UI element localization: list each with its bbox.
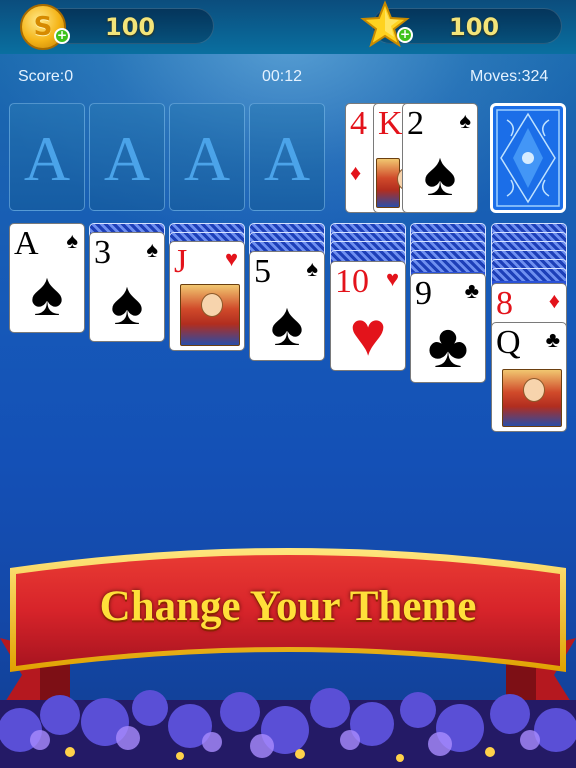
card-rank: Q [496,324,521,361]
spade-icon: ♠ [459,108,471,133]
club-icon: ♣ [545,327,560,352]
heart-icon: ♥ [349,300,387,369]
diamond-icon: ♦ [350,160,362,185]
card-rank: K [378,105,403,142]
card-rank: 5 [254,253,271,290]
tableau-card[interactable]: A ♠ ♠ [9,223,85,333]
spade-icon: ♠ [306,256,318,281]
card-rank: A [14,225,39,262]
heart-icon: ♥ [224,246,238,271]
spade-icon: ♠ [423,140,457,209]
card-rank: 8 [496,285,513,322]
foundation-slot[interactable]: A [249,103,325,211]
coral-reef-decoration [0,688,576,768]
spade-icon: ♠ [30,260,64,329]
foundation-placeholder: A [263,123,311,194]
spade-icon: ♠ [270,290,304,359]
card-back-pattern-icon [496,109,560,207]
foundation-slot[interactable]: A [169,103,245,211]
tableau-card[interactable]: J ♥ [169,241,245,351]
add-coins-icon[interactable]: + [54,28,70,44]
top-bar: 100 S + 100 + [0,0,576,54]
star-count: 100 [449,13,500,41]
club-icon: ♣ [464,278,479,303]
foundation-placeholder: A [183,123,231,194]
diamond-icon: ♦ [548,288,560,313]
spade-icon: ♠ [146,237,158,262]
tableau-card[interactable]: 9 ♣ ♣ [410,273,486,383]
spade-icon: ♠ [110,269,144,338]
coin-count: 100 [105,13,156,41]
card-rank: 10 [335,263,369,300]
foundation-slot[interactable]: A [9,103,85,211]
card-rank: 3 [94,234,111,271]
tableau-card[interactable]: 3 ♠ ♠ [89,232,165,342]
queen-face-art [180,284,240,346]
tableau-card[interactable]: 10 ♥ ♥ [330,261,406,371]
card-rank: 9 [415,275,432,312]
foundation-placeholder: A [23,123,71,194]
queen-face-art [502,369,562,427]
tableau-card[interactable]: Q ♣ [491,322,567,432]
king-face-art [376,158,419,208]
add-stars-icon[interactable]: + [397,27,413,43]
change-theme-banner-text[interactable]: Change Your Theme [0,582,576,631]
moves-label: Moves:324 [470,68,549,85]
waste-top-card[interactable]: 2 ♠ ♠ [402,103,478,213]
tableau-card[interactable]: 5 ♠ ♠ [249,251,325,361]
card-rank: 2 [407,105,424,142]
foundation-placeholder: A [103,123,151,194]
card-rank: J [174,243,188,280]
timer-label: 00:12 [262,68,303,85]
foundation-slot[interactable]: A [89,103,165,211]
score-label: Score:0 [18,68,74,85]
stock-pile[interactable] [490,103,566,213]
heart-icon: ♥ [385,266,399,291]
club-icon: ♣ [427,312,469,381]
card-rank: 4 [350,105,367,142]
spade-icon: ♠ [66,228,78,253]
